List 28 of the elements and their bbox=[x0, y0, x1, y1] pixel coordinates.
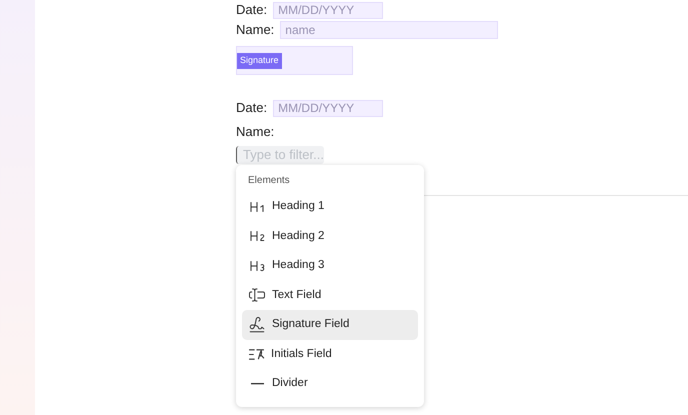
field-label: Name: bbox=[236, 123, 274, 142]
date-field[interactable]: MM/DD/YYYY bbox=[273, 100, 384, 116]
menu-item-label: Heading 1 bbox=[272, 199, 324, 214]
menu-item[interactable]: Initials Field bbox=[242, 340, 418, 369]
menu-item[interactable]: Heading 3 bbox=[242, 251, 418, 280]
menu-item[interactable]: Heading 2 bbox=[242, 222, 418, 251]
signature-icon bbox=[248, 316, 266, 334]
text-field-icon bbox=[248, 286, 266, 304]
field-label: Name: bbox=[236, 21, 274, 40]
name-field[interactable]: name bbox=[280, 21, 498, 39]
field-label: Date: bbox=[236, 99, 268, 118]
dash-icon bbox=[250, 382, 264, 385]
initials-icon bbox=[248, 348, 265, 361]
menu-item[interactable]: Divider bbox=[242, 369, 418, 398]
menu-item[interactable]: Signature Field bbox=[242, 310, 418, 340]
menu-item-label: Heading 3 bbox=[272, 258, 324, 274]
field-label: Date: bbox=[236, 1, 268, 20]
menu-item-label: Text Field bbox=[272, 288, 322, 303]
menu-item-label: Signature Field bbox=[272, 317, 350, 332]
menu-item[interactable]: Text Field bbox=[242, 280, 418, 310]
signature-field[interactable]: Signature bbox=[236, 46, 353, 75]
signature-tag: Signature bbox=[237, 53, 282, 68]
menu-item-label: Heading 2 bbox=[272, 228, 324, 244]
menu-heading: Elements bbox=[247, 174, 291, 188]
date-field[interactable]: MM/DD/YYYY bbox=[273, 2, 384, 18]
menu-item-label: Initials Field bbox=[271, 346, 332, 362]
menu-item[interactable]: Heading 1 bbox=[242, 192, 418, 222]
menu-item-label: Divider bbox=[272, 376, 308, 392]
